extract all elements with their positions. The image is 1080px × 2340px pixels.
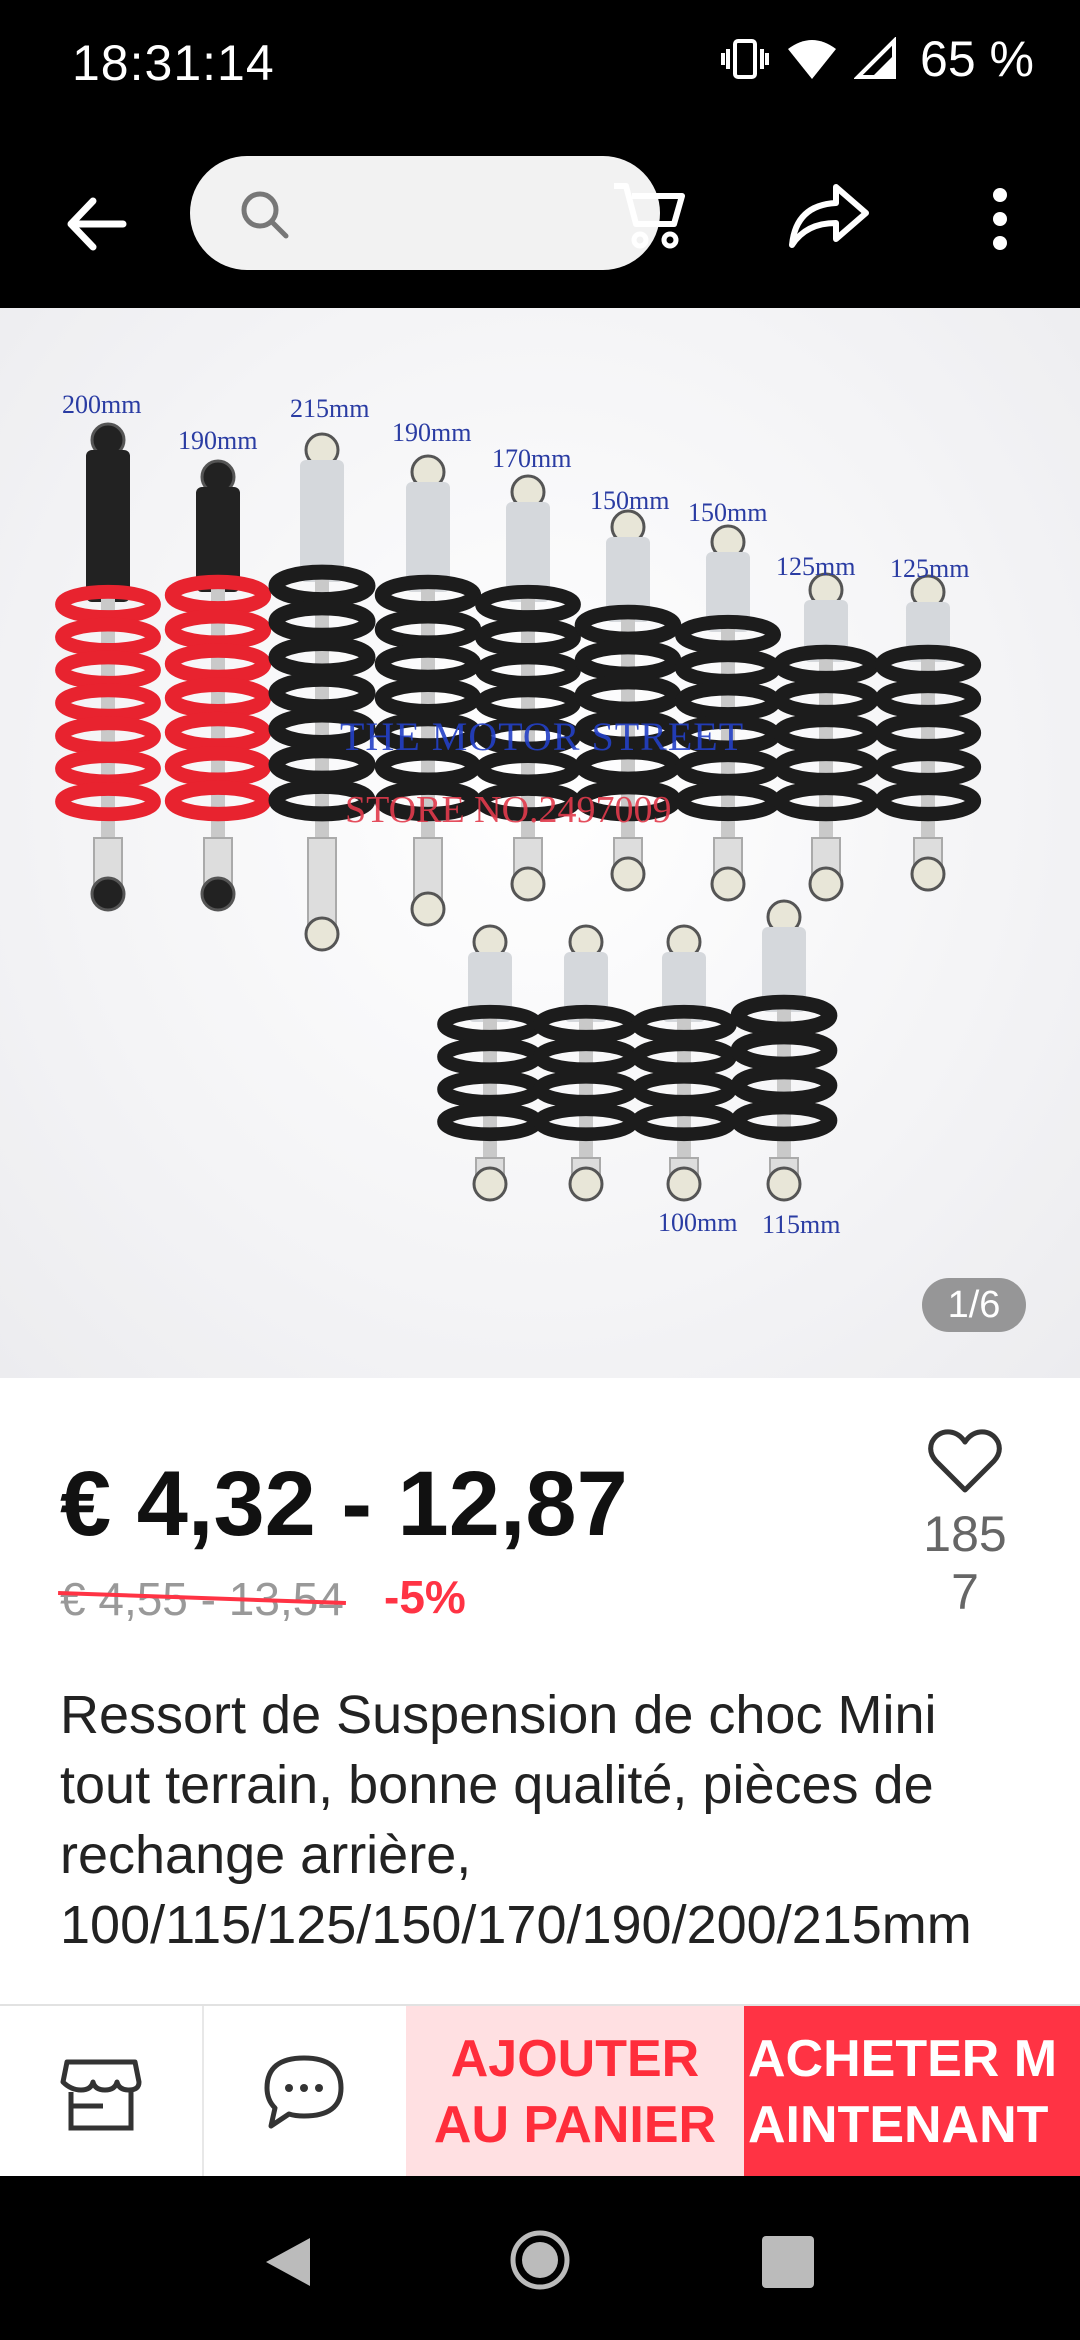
wifi-icon xyxy=(788,40,837,79)
shock-absorber xyxy=(574,509,682,892)
shock-absorber xyxy=(374,454,482,927)
chat-button[interactable] xyxy=(204,2006,404,2178)
back-button[interactable] xyxy=(50,178,142,270)
share-button[interactable] xyxy=(778,166,878,266)
status-icons: 65 % xyxy=(720,30,1034,88)
wishlist-count: 1857 xyxy=(923,1506,1007,1620)
store-icon xyxy=(60,2059,142,2131)
nav-recents-icon[interactable] xyxy=(762,2236,814,2288)
battery-level: 65 % xyxy=(920,31,1034,87)
product-price: € 4,32 - 12,87 xyxy=(60,1453,628,1555)
search-icon xyxy=(241,191,289,239)
vibrate-icon xyxy=(721,39,770,79)
shock-absorber xyxy=(533,924,639,1202)
cart-button[interactable] xyxy=(600,164,700,264)
more-vertical-icon xyxy=(993,188,1007,250)
dimension-label: 215mm xyxy=(290,394,370,423)
image-counter-badge: 1/6 xyxy=(922,1278,1026,1332)
product-title: Ressort de Suspension de choc Mini tout … xyxy=(60,1685,972,1955)
share-icon xyxy=(789,184,869,248)
add-to-cart-label-line2: AU PANIER xyxy=(433,2096,717,2154)
shock-absorber xyxy=(874,574,982,892)
wishlist-button[interactable]: 1857 xyxy=(910,1428,1020,1621)
more-options-button[interactable] xyxy=(960,174,1040,264)
search-input[interactable] xyxy=(190,156,660,270)
dimension-label: 170mm xyxy=(492,444,572,473)
cart-icon xyxy=(614,183,685,249)
status-time: 18:31:14 xyxy=(72,35,275,91)
shock-absorber xyxy=(730,899,838,1202)
status-bar: 18:31:14 65 % xyxy=(0,0,1080,122)
buy-now-button[interactable]: ACHETER M AINTENANT xyxy=(744,2006,1080,2178)
system-navigation-bar xyxy=(0,2176,1080,2340)
nav-back-icon[interactable] xyxy=(262,2234,314,2290)
buy-now-label-line2: AINTENANT xyxy=(748,2096,1049,2154)
add-to-cart-label-line1: AJOUTER xyxy=(450,2030,700,2088)
original-price: € 4,55 - 13,54 xyxy=(60,1573,344,1625)
dimension-label: 190mm xyxy=(178,426,258,455)
shock-absorber xyxy=(164,459,272,912)
nav-home-icon[interactable] xyxy=(508,2228,572,2292)
chat-icon xyxy=(264,2055,344,2129)
product-image-gallery[interactable]: 200mm 190mm 215mm 190mm 170mm 150mm 150m… xyxy=(0,308,1080,1378)
image-watermark: STORE NO.2497009 xyxy=(345,789,672,831)
add-to-cart-button[interactable]: AJOUTER AU PANIER xyxy=(406,2006,744,2178)
shock-absorber xyxy=(268,432,376,952)
image-watermark: THE MOTOR STREET xyxy=(340,714,745,759)
shock-absorber xyxy=(475,474,581,902)
dimension-label: 100mm xyxy=(658,1208,738,1237)
dimension-label: 150mm xyxy=(688,498,768,527)
store-button[interactable] xyxy=(0,2006,204,2178)
dimension-label: 115mm xyxy=(762,1210,841,1239)
dimension-label: 150mm xyxy=(590,486,670,515)
shock-absorber xyxy=(437,924,543,1202)
dimension-label: 125mm xyxy=(890,554,970,583)
discount-badge: -5% xyxy=(384,1571,466,1623)
shock-absorber xyxy=(772,572,880,902)
dimension-label: 125mm xyxy=(776,552,856,581)
top-bar xyxy=(0,122,1080,308)
buy-now-label-line1: ACHETER M xyxy=(748,2030,1058,2088)
dimension-label: 200mm xyxy=(62,390,142,419)
heart-icon xyxy=(928,1429,1002,1493)
arrow-left-icon xyxy=(67,197,127,251)
signal-icon xyxy=(854,37,897,79)
shock-absorber xyxy=(55,422,161,912)
bottom-action-bar: AJOUTER AU PANIER ACHETER M AINTENANT xyxy=(0,2004,1080,2178)
dimension-label: 190mm xyxy=(392,418,472,447)
shock-absorber xyxy=(631,924,737,1202)
